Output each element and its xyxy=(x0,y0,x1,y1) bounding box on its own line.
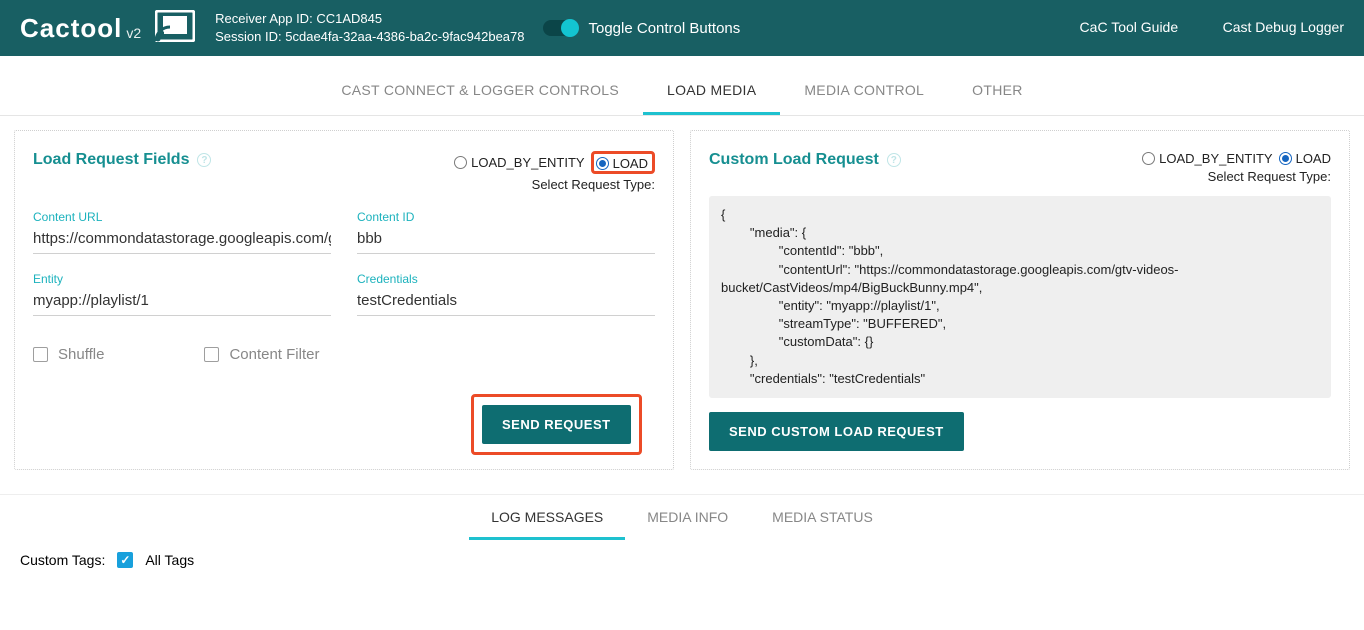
radio-load-by-entity-right-label: LOAD_BY_ENTITY xyxy=(1159,151,1272,166)
radio-load-right-label: LOAD xyxy=(1296,151,1331,166)
toggle-switch[interactable] xyxy=(543,20,577,36)
highlight-send-request: SEND REQUEST xyxy=(471,394,642,455)
credentials-input[interactable] xyxy=(357,288,655,316)
radio-load-by-entity-right[interactable]: LOAD_BY_ENTITY xyxy=(1142,151,1272,166)
custom-tags-row: Custom Tags: ✓ All Tags xyxy=(16,540,1348,580)
all-tags-checkbox[interactable]: ✓ xyxy=(117,552,133,568)
send-custom-request-button[interactable]: SEND CUSTOM LOAD REQUEST xyxy=(709,412,964,451)
session-info: Receiver App ID: CC1AD845 Session ID: 5c… xyxy=(215,10,524,46)
tab-load-media[interactable]: LOAD MEDIA xyxy=(643,64,780,115)
content-filter-checkbox[interactable]: Content Filter xyxy=(204,346,319,363)
tab-cast-connect[interactable]: CAST CONNECT & LOGGER CONTROLS xyxy=(317,64,643,115)
app-logo-text: Cactool xyxy=(20,13,122,44)
logo-group: Cactool v2 xyxy=(20,10,195,47)
receiver-id-value: CC1AD845 xyxy=(316,11,382,26)
log-section: LOG MESSAGES MEDIA INFO MEDIA STATUS Cus… xyxy=(0,494,1364,596)
cast-debug-logger-link[interactable]: Cast Debug Logger xyxy=(1223,19,1344,35)
content-id-input[interactable] xyxy=(357,226,655,254)
shuffle-checkbox[interactable]: Shuffle xyxy=(33,346,104,363)
send-request-button[interactable]: SEND REQUEST xyxy=(482,405,631,444)
custom-load-request-panel: Custom Load Request ? LOAD_BY_ENTITY LOA… xyxy=(690,130,1350,470)
toggle-label: Toggle Control Buttons xyxy=(589,20,741,37)
content-filter-label: Content Filter xyxy=(229,346,319,363)
radio-load[interactable]: LOAD xyxy=(596,156,648,171)
radio-load-label: LOAD xyxy=(613,156,648,171)
entity-input[interactable] xyxy=(33,288,331,316)
content-id-label: Content ID xyxy=(357,210,655,224)
load-request-fields-panel: Load Request Fields ? LOAD_BY_ENTITY LOA… xyxy=(14,130,674,470)
left-request-type-group: LOAD_BY_ENTITY LOAD Select Request Type: xyxy=(454,151,655,192)
tab-log-messages[interactable]: LOG MESSAGES xyxy=(469,495,625,540)
receiver-id-label: Receiver App ID: xyxy=(215,11,313,26)
right-request-type-group: LOAD_BY_ENTITY LOAD Select Request Type: xyxy=(1142,151,1331,184)
session-id-label: Session ID: xyxy=(215,29,281,44)
log-tabs: LOG MESSAGES MEDIA INFO MEDIA STATUS xyxy=(16,495,1348,540)
tab-media-control[interactable]: MEDIA CONTROL xyxy=(780,64,948,115)
panel-title-custom-text: Custom Load Request xyxy=(709,151,879,169)
toggle-control-buttons[interactable]: Toggle Control Buttons xyxy=(543,20,741,37)
panel-title-custom-load: Custom Load Request ? xyxy=(709,151,901,169)
shuffle-label: Shuffle xyxy=(58,346,104,363)
request-type-caption-right: Select Request Type: xyxy=(1142,169,1331,184)
request-type-caption: Select Request Type: xyxy=(454,177,655,192)
panel-title-text: Load Request Fields xyxy=(33,151,189,169)
all-tags-label: All Tags xyxy=(145,552,194,568)
load-media-panels: Load Request Fields ? LOAD_BY_ENTITY LOA… xyxy=(0,116,1364,490)
cac-tool-guide-link[interactable]: CaC Tool Guide xyxy=(1080,19,1179,35)
help-icon[interactable]: ? xyxy=(197,153,211,167)
cast-icon[interactable] xyxy=(155,10,195,47)
radio-load-right[interactable]: LOAD xyxy=(1279,151,1331,166)
app-header: Cactool v2 Receiver App ID: CC1AD845 Ses… xyxy=(0,0,1364,56)
custom-request-editor[interactable]: { "media": { "contentId": "bbb", "conten… xyxy=(709,196,1331,398)
main-tabs: CAST CONNECT & LOGGER CONTROLS LOAD MEDI… xyxy=(0,64,1364,116)
session-id-value: 5cdae4fa-32aa-4386-ba2c-9fac942bea78 xyxy=(285,29,524,44)
content-url-label: Content URL xyxy=(33,210,331,224)
highlight-load-radio: LOAD xyxy=(591,151,655,174)
app-version-text: v2 xyxy=(126,25,141,41)
tab-media-info[interactable]: MEDIA INFO xyxy=(625,495,750,540)
radio-load-by-entity-label: LOAD_BY_ENTITY xyxy=(471,155,584,170)
entity-label: Entity xyxy=(33,272,331,286)
custom-tags-label: Custom Tags: xyxy=(20,552,105,568)
radio-load-by-entity[interactable]: LOAD_BY_ENTITY xyxy=(454,155,584,170)
content-url-input[interactable] xyxy=(33,226,331,254)
header-nav: CaC Tool Guide Cast Debug Logger xyxy=(1040,19,1344,37)
help-icon[interactable]: ? xyxy=(887,153,901,167)
credentials-label: Credentials xyxy=(357,272,655,286)
tab-media-status[interactable]: MEDIA STATUS xyxy=(750,495,895,540)
panel-title-load-fields: Load Request Fields ? xyxy=(33,151,211,169)
tab-other[interactable]: OTHER xyxy=(948,64,1047,115)
